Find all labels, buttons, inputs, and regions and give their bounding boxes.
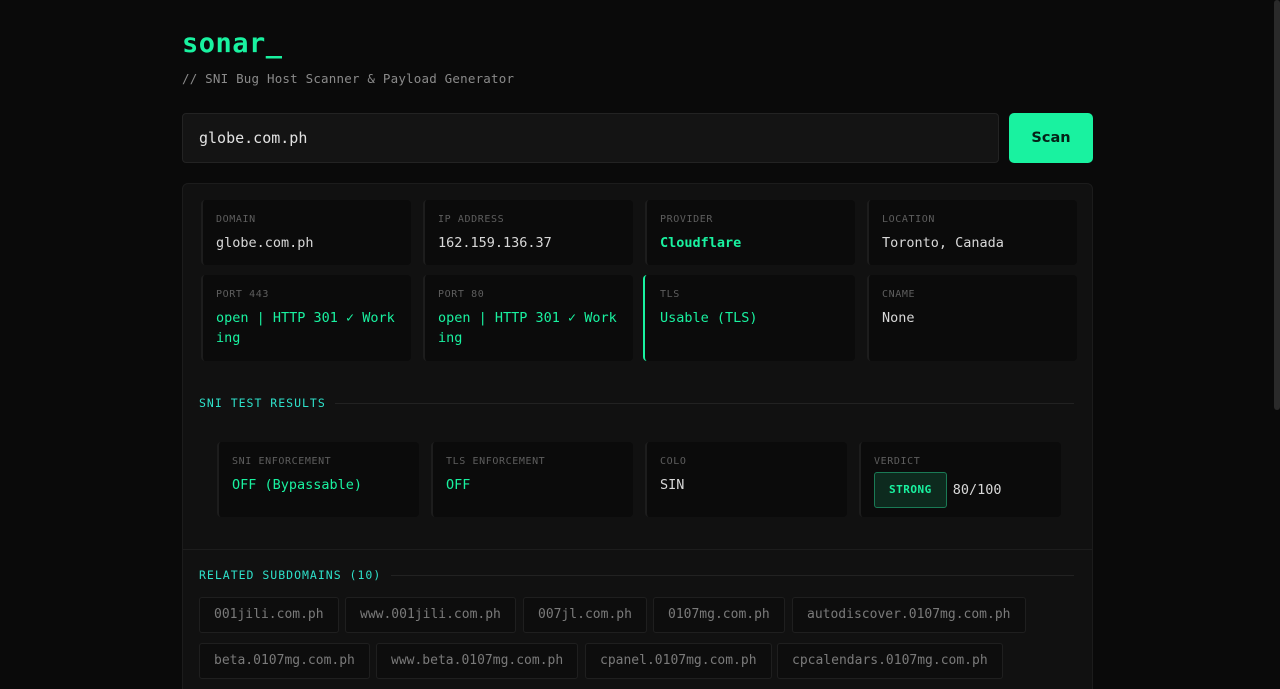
page-scrollbar[interactable] (1274, 0, 1280, 410)
verdict-score: 80/100 (952, 482, 1002, 498)
subdomain-chip[interactable]: cpanel.0107mg.com.ph (585, 643, 772, 679)
card-value: open | HTTP 301 ✓ Working (438, 310, 617, 346)
card-value: Usable (TLS) (660, 310, 758, 326)
card-label: VERDICT (874, 456, 921, 467)
subdomain-chip[interactable]: autodiscover.0107mg.com.ph (792, 597, 1026, 633)
card-provider: PROVIDER Cloudflare (645, 200, 855, 265)
sni-section-title: SNI TEST RESULTS (199, 396, 326, 410)
subdomain-chip[interactable]: 007jl.com.ph (523, 597, 647, 633)
card-label: SNI ENFORCEMENT (232, 456, 332, 467)
card-ip-address: IP ADDRESS 162.159.136.37 (423, 200, 633, 265)
card-verdict: VERDICT STRONG 80/100 (859, 442, 1061, 517)
card-port-80: PORT 80 open | HTTP 301 ✓ Working (423, 275, 633, 361)
panel-divider (183, 549, 1092, 550)
subdomain-chip[interactable]: beta.0107mg.com.ph (199, 643, 370, 679)
card-label: PROVIDER (660, 214, 713, 225)
card-value: Cloudflare (660, 235, 742, 251)
verdict-badge: STRONG (874, 472, 947, 508)
card-label: CNAME (882, 289, 916, 300)
card-value: Toronto, Canada (882, 235, 1004, 251)
card-location: LOCATION Toronto, Canada (867, 200, 1077, 265)
card-label: COLO (660, 456, 687, 467)
card-value: OFF (Bypassable) (232, 477, 363, 493)
card-label: DOMAIN (216, 214, 256, 225)
app-tagline: // SNI Bug Host Scanner & Payload Genera… (182, 71, 515, 86)
card-port-443: PORT 443 open | HTTP 301 ✓ Working (201, 275, 411, 361)
domain-search-input[interactable] (182, 113, 999, 163)
card-value: 162.159.136.37 (438, 235, 552, 251)
card-value: None (882, 310, 915, 326)
subdomain-chip[interactable]: cpcalendars.0107mg.com.ph (777, 643, 1003, 679)
subdomain-chip[interactable]: www.beta.0107mg.com.ph (376, 643, 579, 679)
card-value: SIN (660, 477, 685, 493)
verdict-value: STRONG 80/100 (874, 472, 1051, 508)
card-value: open | HTTP 301 ✓ Working (216, 310, 395, 346)
card-tls: TLS Usable (TLS) (643, 275, 855, 361)
subdomains-section-title: RELATED SUBDOMAINS (10) (199, 568, 382, 582)
subdomain-chip[interactable]: www.001jili.com.ph (345, 597, 516, 633)
subdomains-section-divider (391, 575, 1074, 576)
card-label: LOCATION (882, 214, 935, 225)
subdomain-chip[interactable]: 001jili.com.ph (199, 597, 339, 633)
scan-button[interactable]: Scan (1009, 113, 1093, 163)
card-value: OFF (446, 477, 471, 493)
sni-section-divider (335, 403, 1074, 404)
card-cname: CNAME None (867, 275, 1077, 361)
card-value: globe.com.ph (216, 235, 314, 251)
card-label: PORT 443 (216, 289, 269, 300)
card-label: IP ADDRESS (438, 214, 505, 225)
card-domain: DOMAIN globe.com.ph (201, 200, 411, 265)
card-sni-enforcement: SNI ENFORCEMENT OFF (Bypassable) (217, 442, 419, 517)
card-tls-enforcement: TLS ENFORCEMENT OFF (431, 442, 633, 517)
app-logo: sonar_ (182, 28, 283, 59)
card-label: TLS (660, 289, 680, 300)
card-label: PORT 80 (438, 289, 485, 300)
card-colo: COLO SIN (645, 442, 847, 517)
results-panel: DOMAIN globe.com.ph IP ADDRESS 162.159.1… (182, 183, 1093, 689)
subdomain-chip[interactable]: 0107mg.com.ph (653, 597, 785, 633)
card-label: TLS ENFORCEMENT (446, 456, 546, 467)
